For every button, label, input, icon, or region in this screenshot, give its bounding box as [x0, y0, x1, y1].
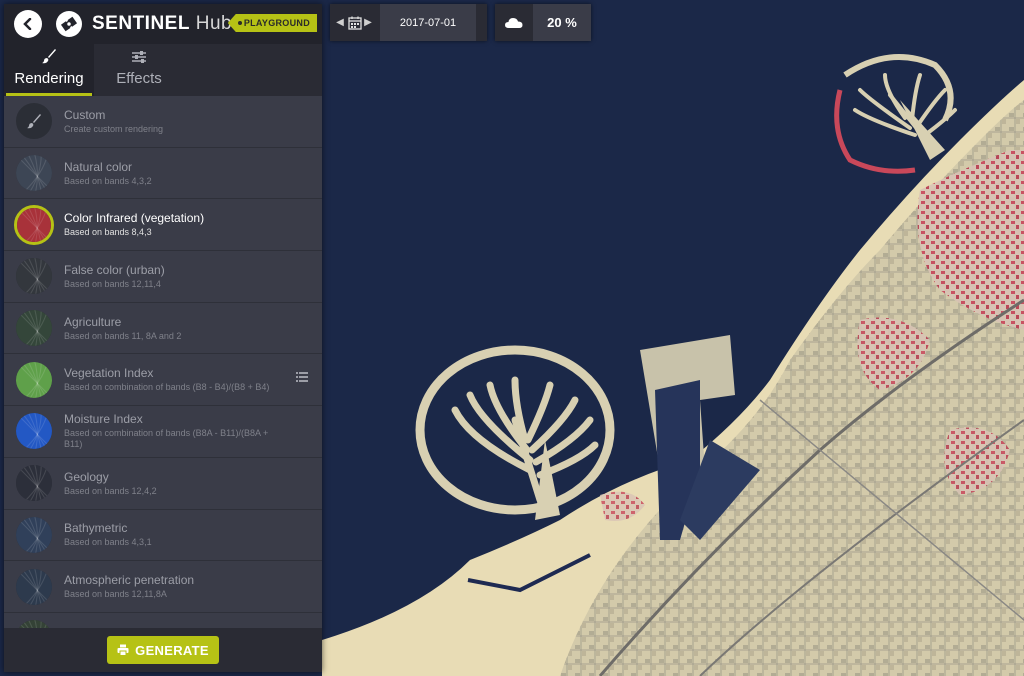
rendering-name: Natural color [64, 159, 133, 174]
rendering-thumbnail [14, 566, 54, 607]
brush-icon [42, 49, 56, 64]
cloud-coverage-control: 20 % [495, 4, 591, 41]
rendering-item[interactable]: Agriculture Based on bands 11, 8A and 2 [4, 303, 322, 355]
tab-effects-label: Effects [116, 70, 162, 87]
generate-button[interactable]: GENERATE [107, 636, 219, 664]
cloud-icon [505, 17, 523, 28]
rendering-thumbnail [14, 514, 54, 555]
rendering-description: Based on bands 4,3,2 [64, 175, 152, 186]
urban-thumbnail-icon [16, 258, 52, 295]
rendering-list: Custom Create custom rendering Natural col… [4, 96, 322, 628]
rendering-thumbnail [14, 463, 54, 504]
rendering-description: Based on bands 12,4,2 [64, 485, 157, 496]
chevron-left-icon [23, 18, 32, 30]
rendering-item[interactable]: Color Infrared (vegetation) Based on band… [4, 199, 322, 252]
swir-thumbnail-icon [16, 620, 52, 628]
rendering-name: Atmospheric penetration [64, 573, 195, 588]
rendering-item[interactable]: SWIR [4, 613, 322, 628]
rendering-thumbnail [14, 618, 54, 628]
rendering-description: Based on combination of bands (B8A - B11… [64, 428, 269, 450]
rendering-texts: Moisture Index Based on combination of ba… [64, 412, 284, 450]
ndvi-thumbnail-icon [16, 361, 52, 398]
brand-light: Hub [189, 13, 233, 34]
badge-dot-icon [237, 21, 242, 25]
satellite-logo-icon [56, 11, 82, 37]
bathy-thumbnail-icon [16, 516, 52, 553]
cloud-coverage-value[interactable]: 20 % [533, 4, 591, 41]
brand-bold: SENTINEL [92, 13, 190, 34]
rendering-name: Color Infrared (vegetation) [64, 211, 205, 226]
rendering-texts: False color (urban) Based on bands 12,11,… [64, 263, 284, 290]
rendering-texts: Natural color Based on bands 4,3,2 [64, 160, 284, 187]
generate-label: GENERATE [135, 642, 209, 658]
atmo-thumbnail-icon [16, 568, 52, 605]
natural-thumbnail-icon [16, 155, 52, 192]
rendering-description: Based on combination of bands (B8 - B4)/… [64, 382, 270, 393]
brush-icon [27, 114, 41, 129]
rendering-thumbnail [14, 308, 54, 349]
rendering-item[interactable]: Geology Based on bands 12,4,2 [4, 458, 322, 510]
rendering-thumbnail [14, 411, 54, 452]
date-picker: ◀ ▶ 2017-07-01 [330, 4, 487, 41]
sliders-icon [132, 51, 146, 63]
date-value[interactable]: 2017-07-01 [380, 4, 476, 41]
rendering-name: Moisture Index [64, 412, 143, 427]
rendering-description: Based on bands 4,3,1 [64, 537, 152, 548]
rendering-thumbnail [14, 101, 54, 142]
rendering-item[interactable]: Vegetation Index Based on combination of … [4, 354, 322, 407]
rendering-description: Based on bands 11, 8A and 2 [64, 330, 182, 341]
rendering-name: Vegetation Index [64, 366, 154, 381]
agri-thumbnail-icon [16, 310, 52, 347]
rendering-thumbnail [14, 359, 54, 400]
app-brand: SENTINEL Hub [92, 13, 232, 35]
geology-thumbnail-icon [16, 465, 52, 502]
rendering-thumbnail [14, 256, 54, 297]
tab-rendering-label: Rendering [14, 70, 84, 87]
calendar-icon[interactable] [348, 16, 362, 30]
sidebar-panel: SENTINEL Hub PLAYGROUND Rendering Effect… [4, 4, 322, 672]
rendering-description: Based on bands 12,11,8A [64, 589, 167, 600]
tab-effects[interactable]: Effects [94, 44, 184, 96]
moisture-thumbnail-icon [16, 413, 52, 450]
prev-date-arrow-icon[interactable]: ◀ [334, 17, 346, 28]
rendering-item[interactable]: Bathymetric Based on bands 4,3,1 [4, 510, 322, 562]
sidebar-footer: GENERATE [4, 628, 322, 672]
tab-bar: Rendering Effects [4, 44, 322, 96]
back-button[interactable] [14, 10, 42, 38]
rendering-name: Geology [64, 469, 109, 484]
rendering-texts: Custom Create custom rendering [64, 108, 284, 135]
infrared-thumbnail-icon [17, 207, 51, 242]
printer-icon [117, 644, 129, 656]
rendering-texts: Vegetation Index Based on combination of … [64, 366, 284, 393]
rendering-name: Bathymetric [64, 521, 128, 536]
rendering-name: Custom [64, 107, 106, 122]
rendering-description: Based on bands 8,4,3 [64, 227, 152, 238]
rendering-item[interactable]: Atmospheric penetration Based on bands 12… [4, 561, 322, 613]
rendering-name: False color (urban) [64, 262, 165, 277]
next-date-arrow-icon[interactable]: ▶ [362, 17, 374, 28]
rendering-item[interactable]: False color (urban) Based on bands 12,11,… [4, 251, 322, 303]
rendering-texts: Bathymetric Based on bands 4,3,1 [64, 521, 284, 548]
rendering-thumbnail [14, 204, 54, 245]
rendering-name: Agriculture [64, 314, 122, 329]
rendering-description: Create custom rendering [64, 123, 164, 134]
rendering-texts: Geology Based on bands 12,4,2 [64, 470, 284, 497]
playground-badge: PLAYGROUND [227, 14, 317, 32]
tab-rendering[interactable]: Rendering [4, 44, 94, 96]
sidebar-header: SENTINEL Hub PLAYGROUND [4, 4, 322, 44]
rendering-texts: Atmospheric penetration Based on bands 12… [64, 573, 284, 600]
rendering-item[interactable]: Moisture Index Based on combination of ba… [4, 406, 322, 458]
rendering-texts: Color Infrared (vegetation) Based on band… [64, 211, 284, 238]
badge-label: PLAYGROUND [243, 18, 310, 28]
rendering-thumbnail [14, 153, 54, 194]
rendering-item[interactable]: Custom Create custom rendering [4, 96, 322, 148]
rendering-description: Based on bands 12,11,4 [64, 278, 161, 289]
rendering-texts: Agriculture Based on bands 11, 8A and 2 [64, 315, 284, 342]
legend-list-icon[interactable] [296, 372, 308, 383]
rendering-item[interactable]: Natural color Based on bands 4,3,2 [4, 148, 322, 200]
